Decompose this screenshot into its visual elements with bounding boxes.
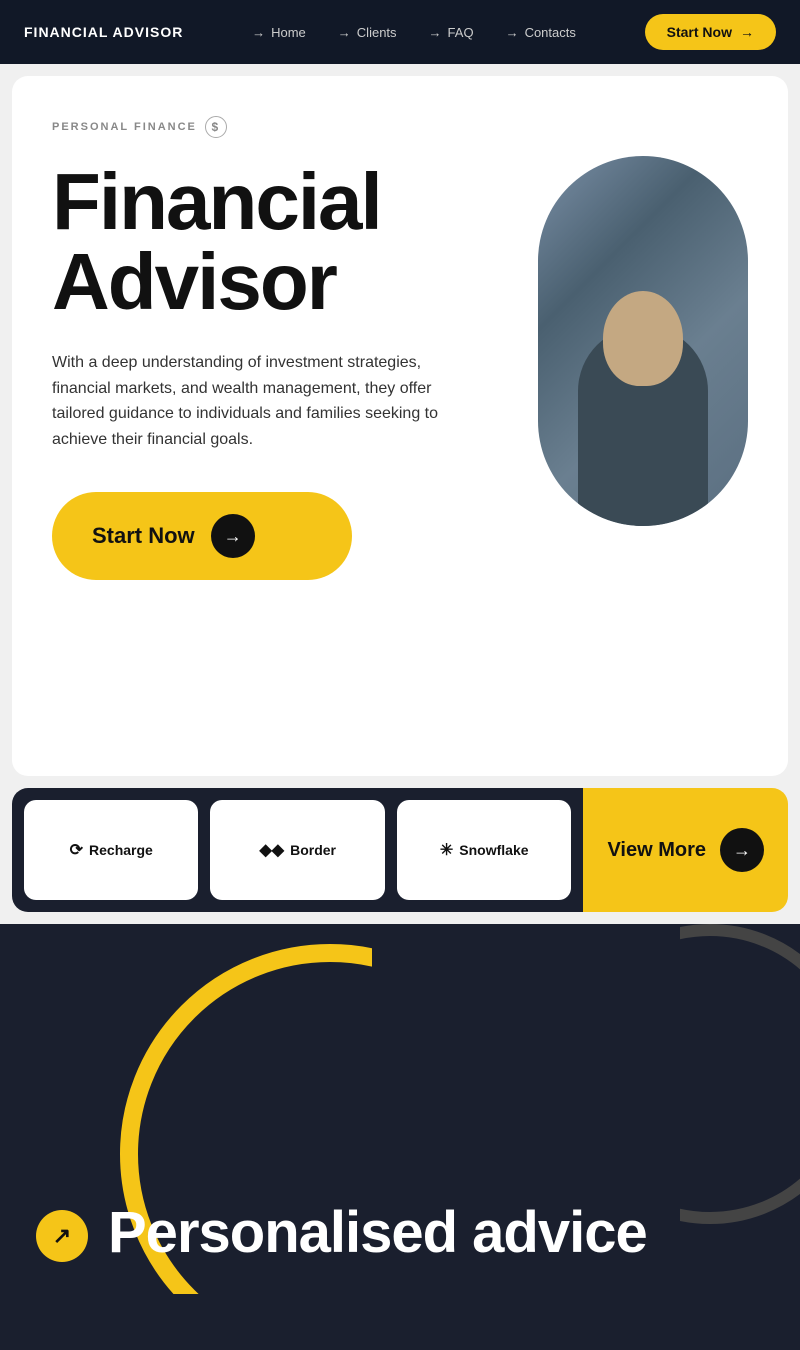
arrow-circle-icon[interactable]: ↗ — [36, 1210, 88, 1262]
nav-item-home[interactable]: Home — [252, 25, 306, 40]
clients-strip: ⟳ Recharge ◆◆ Border ✳ Snowflake View Mo… — [0, 788, 800, 924]
hero-portrait-area — [538, 156, 748, 526]
advisor-portrait — [538, 156, 748, 526]
hero-description: With a deep understanding of investment … — [52, 350, 442, 452]
navbar: FINANCIAL ADVISOR Home Clients FAQ Conta… — [0, 0, 800, 64]
nav-start-label: Start Now — [667, 24, 732, 40]
nav-start-button[interactable]: Start Now → — [645, 14, 776, 50]
dark-bottom: ↗ Personalised advice — [12, 924, 788, 1292]
border-icon: ◆◆ — [259, 840, 284, 860]
clients-inner: ⟳ Recharge ◆◆ Border ✳ Snowflake View Mo… — [12, 788, 788, 912]
hero-start-button[interactable]: Start Now → — [52, 492, 352, 580]
hero-card: PERSONAL FINANCE $ Financial Advisor Wit… — [12, 76, 788, 776]
snowflake-logo-card: ✳ Snowflake — [397, 800, 571, 900]
view-more-arrow-icon: → — [720, 828, 764, 872]
personalised-title: Personalised advice — [108, 1204, 647, 1262]
nav-link-contacts[interactable]: Contacts — [506, 25, 576, 40]
view-more-button[interactable]: View More → — [583, 788, 788, 912]
nav-item-faq[interactable]: FAQ — [429, 25, 474, 40]
nav-arrow-icon: → — [740, 24, 754, 40]
snowflake-logo: ✳ Snowflake — [440, 840, 529, 860]
dark-section: ↗ Personalised advice — [0, 924, 800, 1294]
hero-left: Financial Advisor With a deep understand… — [52, 162, 442, 580]
clients-logos: ⟳ Recharge ◆◆ Border ✳ Snowflake — [12, 788, 583, 912]
hero-tag: PERSONAL FINANCE $ — [52, 116, 748, 138]
nav-links: Home Clients FAQ Contacts — [252, 25, 576, 40]
hero-title: Financial Advisor — [52, 162, 442, 322]
snowflake-icon: ✳ — [440, 840, 453, 860]
recharge-icon: ⟳ — [70, 840, 83, 860]
nav-item-contacts[interactable]: Contacts — [506, 25, 576, 40]
view-more-label: View More — [607, 839, 706, 862]
recharge-logo: ⟳ Recharge — [70, 840, 153, 860]
hero-start-label: Start Now — [92, 523, 195, 549]
dollar-icon: $ — [205, 116, 227, 138]
logo: FINANCIAL ADVISOR — [24, 24, 183, 40]
nav-link-clients[interactable]: Clients — [338, 25, 397, 40]
hero-wrapper: PERSONAL FINANCE $ Financial Advisor Wit… — [0, 64, 800, 788]
nav-item-clients[interactable]: Clients — [338, 25, 397, 40]
hero-arrow-icon: → — [211, 514, 255, 558]
recharge-logo-card: ⟳ Recharge — [24, 800, 198, 900]
nav-link-faq[interactable]: FAQ — [429, 25, 474, 40]
hero-content: Financial Advisor With a deep understand… — [52, 162, 748, 580]
hero-tag-label: PERSONAL FINANCE — [52, 121, 197, 133]
nav-link-home[interactable]: Home — [252, 25, 306, 40]
border-logo-card: ◆◆ Border — [210, 800, 384, 900]
border-logo: ◆◆ Border — [259, 840, 336, 860]
